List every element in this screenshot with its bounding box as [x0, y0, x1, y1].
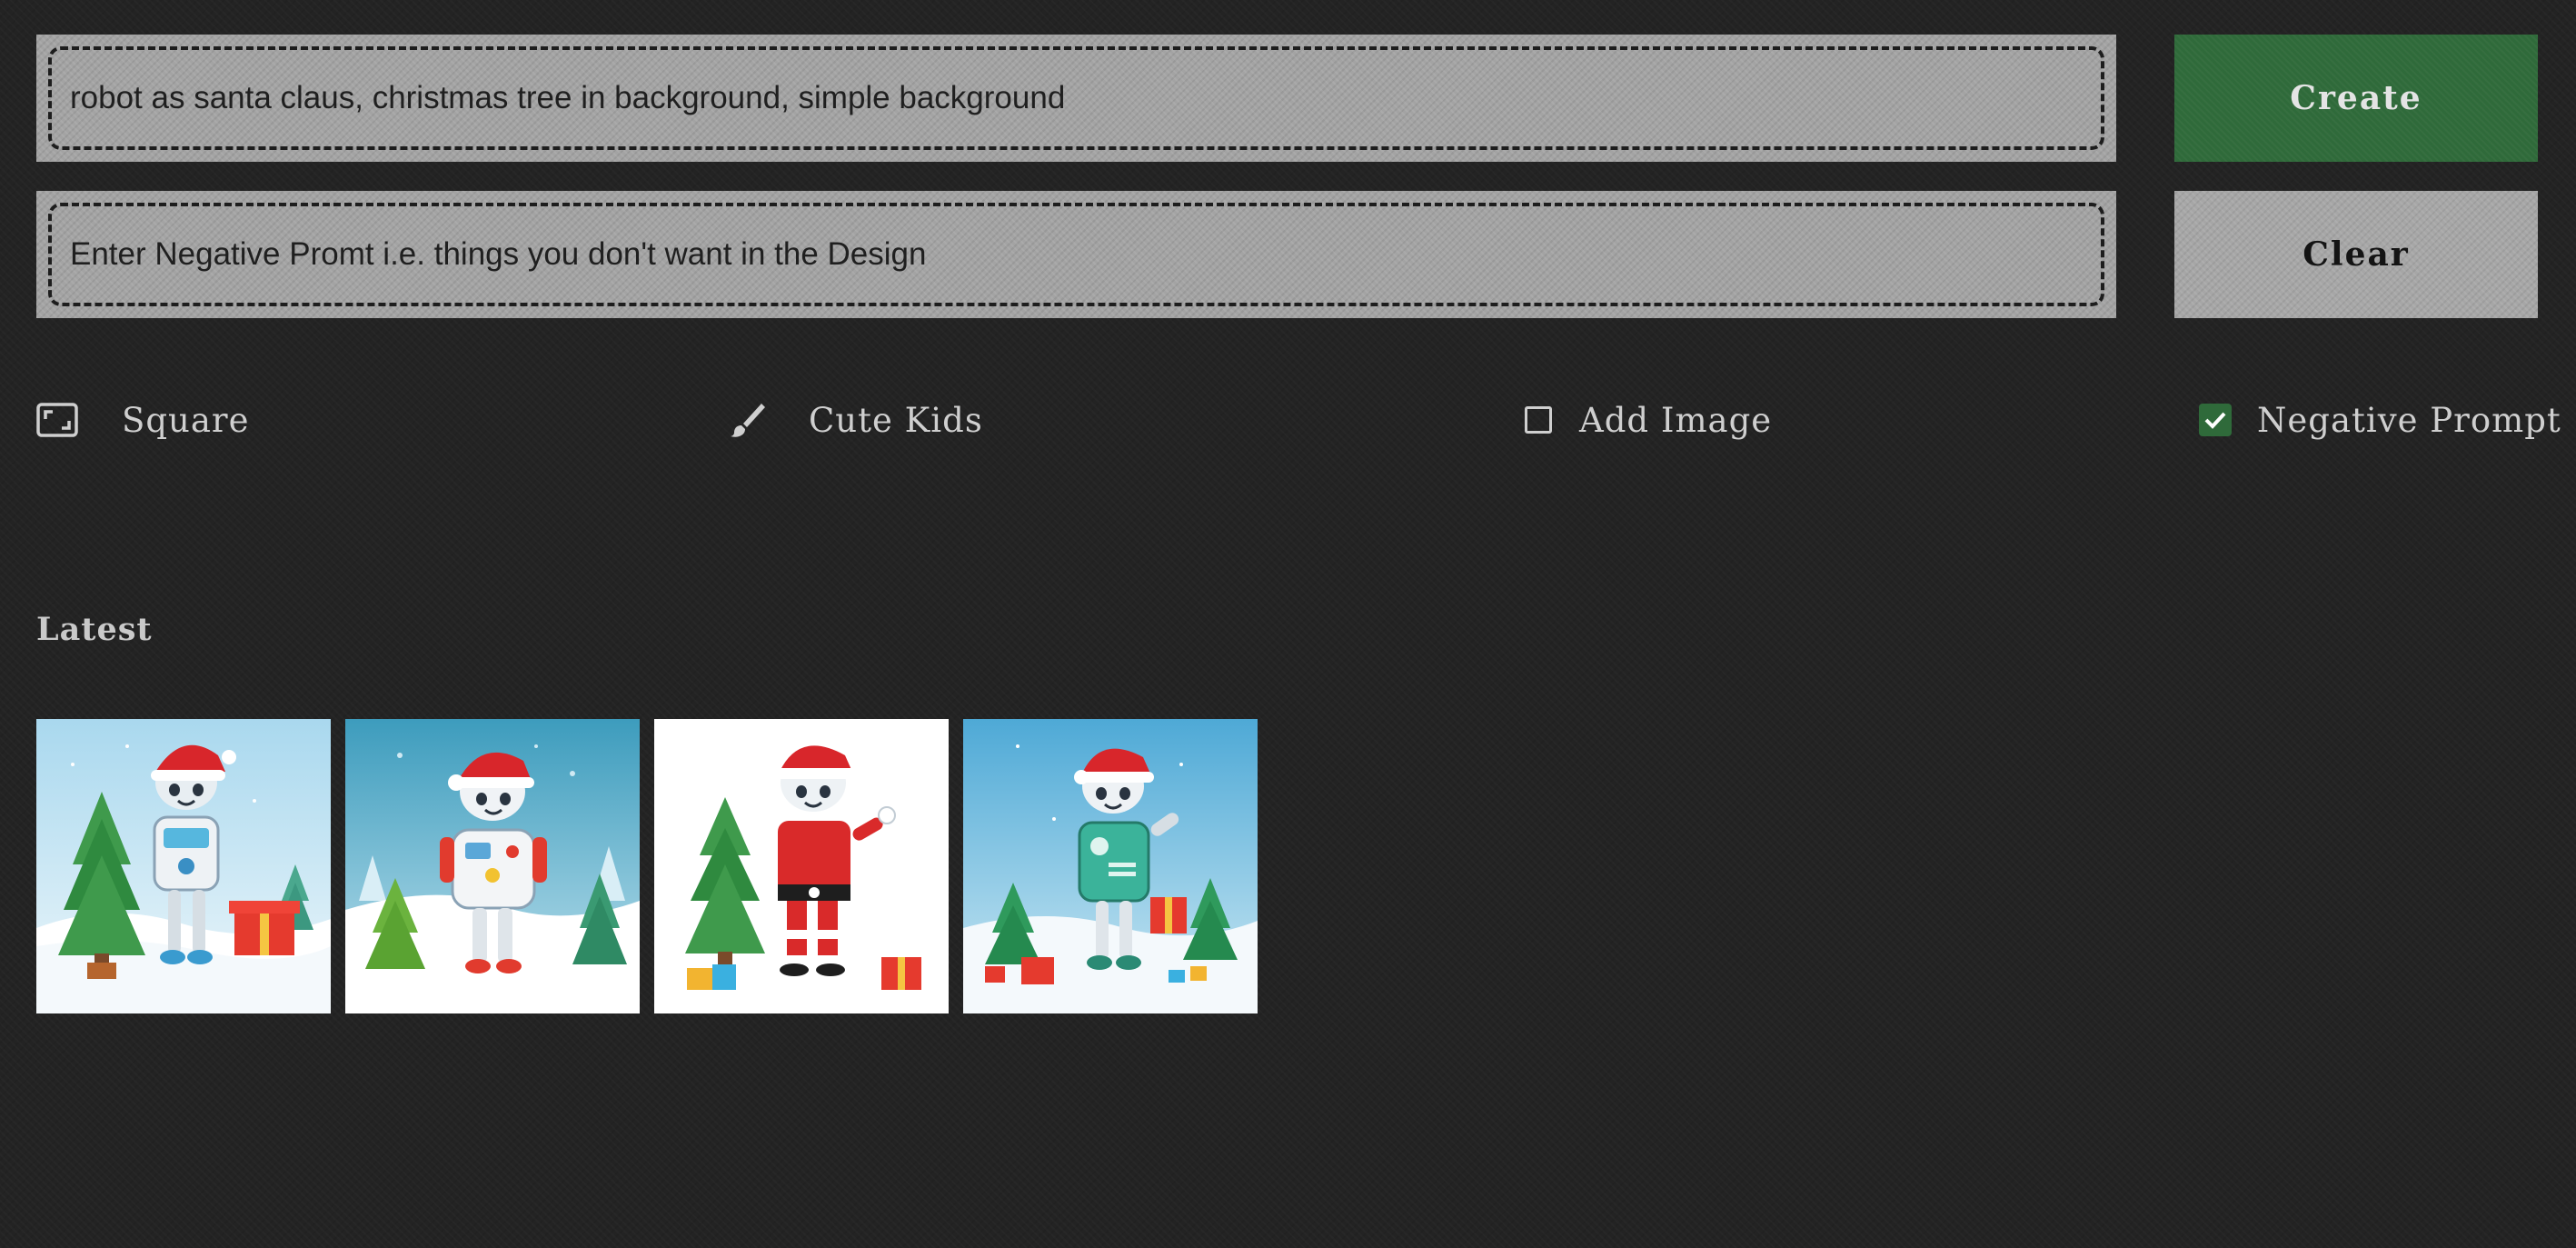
latest-heading: Latest: [36, 611, 153, 648]
negative-prompt-field[interactable]: Enter Negative Promt i.e. things you don…: [36, 191, 2116, 318]
prompt-input-text[interactable]: robot as santa claus, christmas tree in …: [70, 80, 1065, 116]
add-image-label: Add Image: [1579, 400, 1773, 440]
gallery-thumbnail[interactable]: [36, 719, 331, 1013]
aspect-ratio-label: Square: [122, 400, 250, 440]
prompt-field[interactable]: robot as santa claus, christmas tree in …: [36, 35, 2116, 162]
negative-prompt-label: Negative Prompt: [2257, 400, 2561, 440]
robot-santa-image: [654, 719, 949, 1013]
clear-button[interactable]: Clear: [2174, 191, 2538, 318]
paintbrush-icon: [727, 400, 767, 440]
gallery-thumbnail[interactable]: [345, 719, 640, 1013]
add-image-checkbox[interactable]: [1525, 406, 1552, 434]
robot-santa-image: [36, 719, 331, 1013]
style-label: Cute Kids: [809, 400, 983, 440]
create-button[interactable]: Create: [2174, 35, 2538, 162]
gallery-thumbnail[interactable]: [654, 719, 949, 1013]
robot-santa-image: [963, 719, 1258, 1013]
prompt-dashed-frame[interactable]: robot as santa claus, christmas tree in …: [48, 46, 2104, 150]
negative-prompt-checkbox[interactable]: [2199, 404, 2232, 436]
negative-prompt-toggle[interactable]: Negative Prompt: [2199, 391, 2561, 449]
negative-prompt-dashed-frame[interactable]: Enter Negative Promt i.e. things you don…: [48, 203, 2104, 306]
style-selector[interactable]: Cute Kids: [727, 391, 983, 449]
aspect-ratio-selector[interactable]: Square: [36, 391, 250, 449]
latest-gallery: [36, 719, 1258, 1013]
gallery-thumbnail[interactable]: [963, 719, 1258, 1013]
checkmark-icon: [2204, 412, 2226, 429]
negative-prompt-placeholder[interactable]: Enter Negative Promt i.e. things you don…: [70, 236, 926, 273]
aspect-ratio-icon: [36, 403, 78, 437]
robot-santa-image: [345, 719, 640, 1013]
add-image-toggle[interactable]: Add Image: [1525, 391, 1772, 449]
